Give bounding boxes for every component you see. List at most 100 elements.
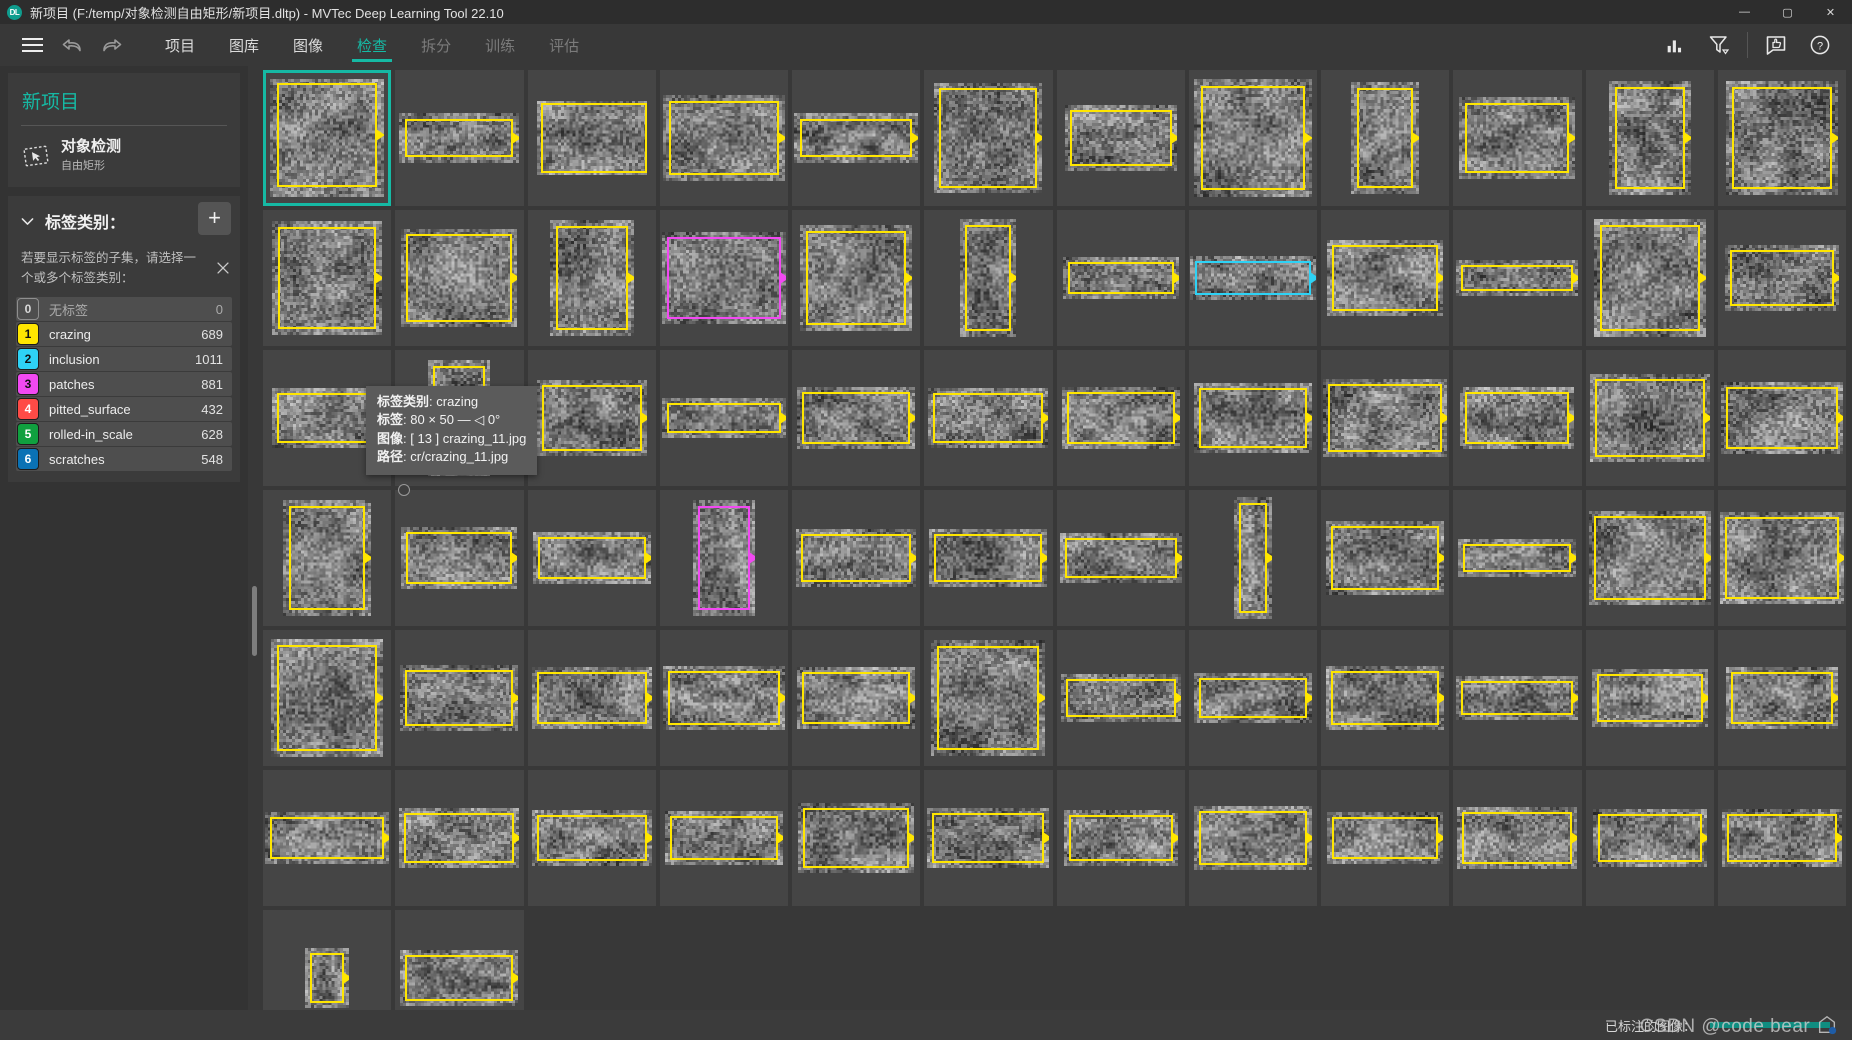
image-tile[interactable] (395, 490, 524, 626)
bounding-box[interactable] (1593, 516, 1706, 600)
image-tile[interactable] (792, 630, 921, 766)
image-tile[interactable] (1056, 350, 1185, 486)
bounding-box[interactable] (1461, 265, 1574, 291)
bounding-box[interactable] (802, 672, 911, 724)
bounding-box[interactable] (540, 103, 647, 173)
image-tile[interactable] (924, 70, 1053, 206)
image-tile[interactable] (527, 490, 656, 626)
bounding-box[interactable] (1729, 250, 1834, 306)
image-tile[interactable] (1585, 770, 1714, 906)
image-tile[interactable] (1056, 70, 1185, 206)
image-tile[interactable] (1717, 490, 1846, 626)
image-tile[interactable] (1056, 770, 1185, 906)
menu-button[interactable] (12, 24, 52, 66)
bounding-box[interactable] (536, 672, 647, 724)
bounding-box[interactable] (1198, 678, 1307, 718)
bounding-box[interactable] (289, 506, 366, 610)
image-tile[interactable] (659, 210, 788, 346)
image-tile[interactable] (263, 910, 392, 1010)
bounding-box[interactable] (277, 393, 378, 443)
bounding-box[interactable] (1066, 392, 1175, 444)
image-tile[interactable] (659, 350, 788, 486)
bounding-box[interactable] (1597, 814, 1702, 862)
bounding-box[interactable] (669, 816, 778, 860)
image-tile[interactable] (1585, 630, 1714, 766)
image-tile[interactable] (1453, 630, 1582, 766)
image-tile[interactable] (263, 210, 392, 346)
image-tile[interactable] (395, 630, 524, 766)
image-tile[interactable] (1056, 210, 1185, 346)
label-class-row[interactable]: 5 rolled-in_scale 628 (16, 422, 232, 446)
bounding-box[interactable] (537, 537, 646, 579)
image-tile[interactable] (924, 630, 1053, 766)
image-tile[interactable] (1585, 490, 1714, 626)
image-tile[interactable] (1453, 770, 1582, 906)
bounding-box[interactable] (1730, 672, 1833, 724)
filter-button[interactable] (1697, 24, 1741, 66)
image-tile[interactable] (395, 910, 524, 1010)
minimize-button[interactable]: — (1723, 0, 1766, 24)
label-class-row[interactable]: 1 crazing 689 (16, 322, 232, 346)
bounding-box[interactable] (806, 231, 907, 325)
bounding-box[interactable] (1465, 103, 1570, 173)
image-tile[interactable] (1717, 770, 1846, 906)
image-tile[interactable] (527, 770, 656, 906)
bounding-box[interactable] (277, 83, 378, 187)
bounding-box[interactable] (555, 226, 628, 330)
label-class-row[interactable]: 4 pitted_surface 432 (16, 397, 232, 421)
image-tile[interactable] (527, 350, 656, 486)
grid-scrollbar[interactable] (248, 66, 261, 1010)
image-tile[interactable] (263, 70, 392, 206)
image-tile[interactable] (263, 630, 392, 766)
bounding-box[interactable] (1067, 262, 1174, 294)
bounding-box[interactable] (1065, 679, 1176, 717)
bounding-box[interactable] (800, 119, 913, 157)
image-tile[interactable] (1188, 770, 1317, 906)
bounding-box[interactable] (1328, 384, 1443, 452)
image-tile[interactable] (792, 70, 921, 206)
bounding-box[interactable] (1596, 674, 1703, 722)
tab-2[interactable]: 图像 (276, 24, 340, 66)
bounding-box[interactable] (541, 385, 642, 451)
image-tile[interactable] (395, 70, 524, 206)
bounding-box[interactable] (667, 671, 780, 725)
bounding-box[interactable] (697, 506, 750, 610)
add-label-class-button[interactable]: + (198, 202, 231, 236)
label-class-row[interactable]: 6 scratches 548 (16, 447, 232, 471)
grid-scrollbar-thumb[interactable] (252, 586, 257, 656)
bounding-box[interactable] (404, 813, 515, 863)
image-tile[interactable] (1321, 210, 1450, 346)
image-tile[interactable] (1717, 70, 1846, 206)
redo-button[interactable] (92, 24, 132, 66)
bounding-box[interactable] (965, 225, 1012, 331)
bounding-box[interactable] (536, 815, 647, 861)
image-tile[interactable] (527, 70, 656, 206)
image-tile[interactable] (395, 210, 524, 346)
bounding-box[interactable] (1332, 817, 1439, 859)
image-tile[interactable] (527, 210, 656, 346)
image-tile[interactable] (1188, 490, 1317, 626)
close-button[interactable]: ✕ (1809, 0, 1852, 24)
image-tile[interactable] (1453, 70, 1582, 206)
bounding-box[interactable] (1731, 87, 1832, 189)
tab-4[interactable]: 拆分 (404, 24, 468, 66)
image-tile[interactable] (1321, 490, 1450, 626)
tab-0[interactable]: 项目 (148, 24, 212, 66)
image-tile[interactable] (792, 490, 921, 626)
bounding-box[interactable] (1331, 526, 1440, 590)
bounding-box[interactable] (932, 813, 1045, 863)
bounding-box[interactable] (270, 817, 385, 859)
image-tile[interactable] (263, 770, 392, 906)
image-tile[interactable] (1188, 350, 1317, 486)
bounding-box[interactable] (802, 392, 911, 444)
image-tile[interactable] (659, 770, 788, 906)
image-tile[interactable] (792, 350, 921, 486)
image-tile[interactable] (395, 770, 524, 906)
image-tile[interactable] (1188, 70, 1317, 206)
bounding-box[interactable] (1357, 88, 1414, 188)
image-tile[interactable] (1188, 630, 1317, 766)
bounding-box[interactable] (1198, 811, 1307, 865)
bounding-box[interactable] (1461, 681, 1574, 715)
undo-button[interactable] (52, 24, 92, 66)
bounding-box[interactable] (934, 534, 1043, 582)
